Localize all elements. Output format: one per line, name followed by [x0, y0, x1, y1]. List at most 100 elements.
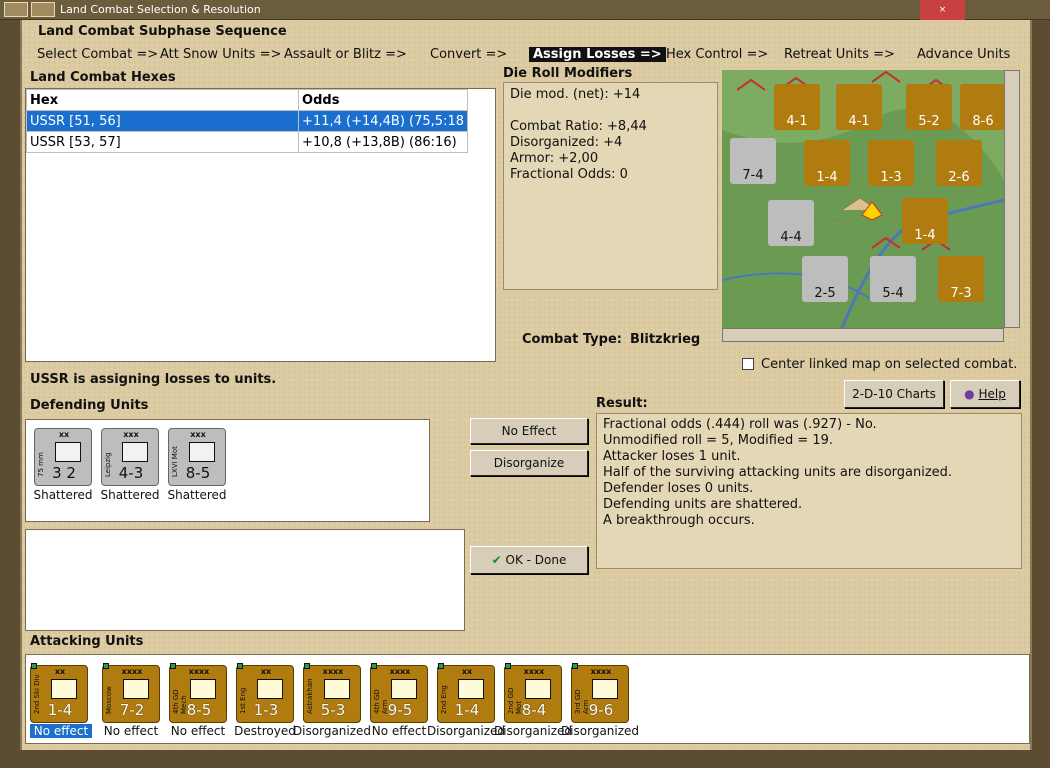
close-button[interactable]: × — [920, 0, 965, 20]
assign-message: USSR is assigning losses to units. — [30, 372, 277, 387]
modifiers-title: Die Roll Modifiers — [503, 66, 633, 81]
map-unit[interactable]: 4-4 — [768, 200, 814, 246]
result-title: Result: — [596, 396, 648, 411]
frame-right — [1030, 20, 1050, 768]
unit-counter[interactable]: xxxx 4th GD Mech 8-5 — [169, 663, 227, 723]
unit-counter[interactable]: xx 2nd Eng 1-4 — [437, 663, 495, 723]
unit-counter[interactable]: xx 2nd Ski Div 1-4 — [30, 663, 88, 723]
unit-symbol-icon — [51, 679, 77, 699]
no-effect-button[interactable]: No Effect — [470, 418, 588, 444]
hexes-title: Land Combat Hexes — [30, 70, 176, 85]
map-unit[interactable]: 2-5 — [802, 256, 848, 302]
step-assault-blitz: Assault or Blitz => — [284, 47, 407, 62]
hex-cell: USSR [51, 56] — [25, 110, 300, 132]
center-map-label: Center linked map on selected combat. — [761, 357, 1018, 372]
unit-status: No effect — [371, 724, 427, 738]
attacking-title: Attacking Units — [30, 634, 144, 649]
center-map-checkbox[interactable] — [742, 358, 754, 370]
result-line: Unmodified roll = 5, Modified = 19. — [603, 433, 834, 448]
modifier-line: Fractional Odds: 0 — [510, 167, 628, 182]
defending-units-panel: xx 75 mm 3 2 Shattered xxx Leipzig 4-3 S… — [25, 419, 430, 522]
unit-symbol-icon — [55, 442, 81, 462]
map-horizontal-scrollbar[interactable] — [722, 328, 1004, 342]
unit-symbol-icon — [458, 679, 484, 699]
result-line: A breakthrough occurs. — [603, 513, 755, 528]
unit-counter[interactable]: xxxx 3rd GD Arm 9-6 — [571, 663, 629, 723]
ok-done-button[interactable]: ✔ OK - Done — [470, 546, 588, 574]
step-hex-control: Hex Control => — [666, 47, 769, 62]
disorganize-button[interactable]: Disorganize — [470, 450, 588, 476]
table-row[interactable]: USSR [51, 56] +11,4 (+14,4B) (75,5:18 — [25, 110, 468, 132]
map-vertical-scrollbar[interactable] — [1004, 70, 1020, 328]
unit-status: Shattered — [167, 488, 227, 502]
modifier-line: Armor: +2,00 — [510, 151, 599, 166]
unit-counter[interactable]: xx 1st Eng 1-3 — [236, 663, 294, 723]
map-unit[interactable]: 4-1 — [836, 84, 882, 130]
step-convert: Convert => — [430, 47, 508, 62]
map-unit[interactable]: 4-1 — [774, 84, 820, 130]
unit-status: Shattered — [100, 488, 160, 502]
map-unit[interactable]: 8-6 — [960, 84, 1004, 130]
step-assign-losses: Assign Losses => — [529, 47, 666, 62]
result-line: Defender loses 0 units. — [603, 481, 754, 496]
hexes-table-panel: Hex Odds USSR [51, 56] +11,4 (+14,4B) (7… — [25, 88, 496, 362]
map-unit[interactable]: 5-4 — [870, 256, 916, 302]
map-unit[interactable]: 7-4 — [730, 138, 776, 184]
map-unit[interactable]: 7-3 — [938, 256, 984, 302]
unit-symbol-icon — [190, 679, 216, 699]
unit-symbol-icon — [189, 442, 215, 462]
unit-symbol-icon — [123, 679, 149, 699]
combat-type-value: Blitzkrieg — [630, 332, 701, 347]
unit-counter[interactable]: xxxx 4th GD Arm 9-5 — [370, 663, 428, 723]
step-retreat-units: Retreat Units => — [784, 47, 895, 62]
message-area — [25, 529, 465, 631]
unit-status: Disorganized — [292, 724, 372, 738]
hexes-table: Hex Odds USSR [51, 56] +11,4 (+14,4B) (7… — [25, 89, 468, 153]
mini-map[interactable]: 4-1 4-1 5-2 8-6 7-4 1-4 1-3 2-6 4-4 1-4 … — [722, 70, 1004, 328]
restore-icon[interactable] — [31, 2, 55, 17]
result-line: Defending units are shattered. — [603, 497, 803, 512]
unit-counter[interactable]: xxx Leipzig 4-3 — [101, 428, 159, 486]
result-line: Attacker loses 1 unit. — [603, 449, 741, 464]
table-row[interactable]: USSR [53, 57] +10,8 (+13,8B) (86:16) — [25, 131, 468, 153]
attacking-units-panel: xx 2nd Ski Div 1-4 No effect xxxx Moscow 7-2… — [25, 654, 1030, 744]
net-modifier: Die mod. (net): +14 — [510, 87, 641, 102]
map-unit[interactable]: 5-2 — [906, 84, 952, 130]
unit-counter[interactable]: xxxx Moscow 7-2 — [102, 663, 160, 723]
frame-left — [0, 20, 22, 768]
map-unit[interactable]: 1-3 — [868, 140, 914, 186]
unit-counter[interactable]: xxxx 2nd GD Mot 8-4 — [504, 663, 562, 723]
modifiers-panel: Die mod. (net): +14 Combat Ratio: +8,44 … — [503, 82, 718, 290]
unit-symbol-icon — [324, 679, 350, 699]
title-bar[interactable]: Land Combat Selection & Resolution × — [0, 0, 1050, 20]
result-panel: Fractional odds (.444) roll was (.927) -… — [596, 413, 1022, 569]
map-unit[interactable]: 1-4 — [804, 140, 850, 186]
unit-counter[interactable]: xxx LXVI Mot 8-5 — [168, 428, 226, 486]
window-title: Land Combat Selection & Resolution — [60, 3, 261, 16]
odds-cell: +11,4 (+14,4B) (75,5:18 — [298, 110, 468, 132]
hex-cell: USSR [53, 57] — [25, 131, 300, 153]
dialog-content: Land Combat Subphase Sequence Select Com… — [22, 20, 1030, 750]
map-unit[interactable]: 2-6 — [936, 140, 982, 186]
unit-counter[interactable]: xx 75 mm 3 2 — [34, 428, 92, 486]
unit-status: Shattered — [33, 488, 93, 502]
unit-symbol-icon — [525, 679, 551, 699]
modifier-line: Disorganized: +4 — [510, 135, 623, 150]
odds-cell: +10,8 (+13,8B) (86:16) — [298, 131, 468, 153]
unit-status: No effect — [170, 724, 226, 738]
dialog-window: Land Combat Selection & Resolution × Lan… — [0, 0, 1050, 768]
unit-counter[interactable]: xxxx Astrakhan 5-3 — [303, 663, 361, 723]
help-book-icon: ● — [964, 387, 975, 401]
step-advance-units: Advance Units — [917, 47, 1011, 62]
unit-symbol-icon — [592, 679, 618, 699]
map-unit[interactable]: 1-4 — [902, 198, 948, 244]
system-menu-icon[interactable] — [4, 2, 28, 17]
charts-button[interactable]: 2-D-10 Charts — [844, 380, 944, 408]
unit-status: No effect — [30, 724, 92, 738]
result-line: Fractional odds (.444) roll was (.927) -… — [603, 417, 877, 432]
col-hex: Hex — [25, 89, 300, 111]
help-button[interactable]: ● Help — [950, 380, 1020, 408]
unit-status: Destroyed — [234, 724, 296, 738]
unit-status: No effect — [103, 724, 159, 738]
frame-bottom — [0, 750, 1050, 768]
